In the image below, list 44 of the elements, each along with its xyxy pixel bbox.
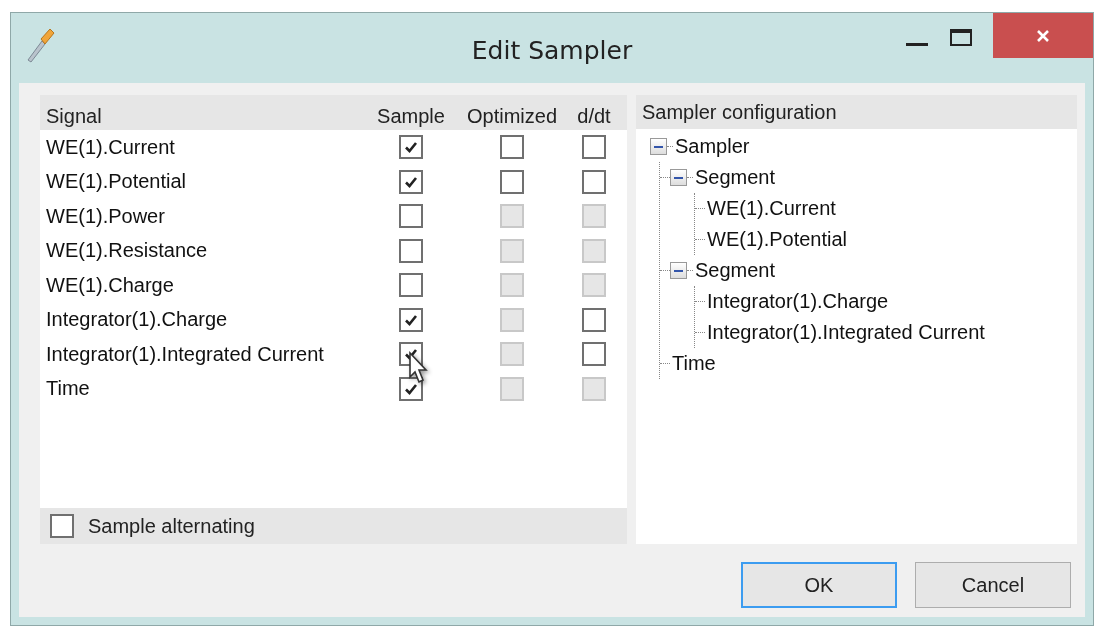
collapse-icon[interactable] [670,262,687,279]
checkbox[interactable] [582,135,606,160]
column-header: Signal [45,105,103,128]
panel-header: Sampler configuration [636,95,1077,129]
checkbox[interactable] [500,169,524,194]
checkbox[interactable] [399,238,423,263]
checkbox-label: Sample alternating [88,514,255,538]
checkbox[interactable] [399,273,423,298]
checkbox[interactable] [399,169,423,194]
signal-name: Time [45,377,91,401]
checkbox[interactable] [399,307,423,332]
signal-name: WE(1).Potential [45,170,188,194]
tree-item[interactable]: Integrator(1).Integrated Current [707,321,985,344]
signal-name: Integrator(1).Integrated Current [45,342,325,366]
tree-item[interactable]: Segment [695,259,776,282]
dialog-button[interactable]: OK [741,562,897,608]
tree-item[interactable]: WE(1).Potential [707,228,848,251]
column-header: d/dt [576,105,612,128]
signal-name: WE(1).Current [45,135,176,159]
checkbox[interactable] [582,307,606,332]
collapse-icon[interactable] [670,169,687,186]
checkbox[interactable] [582,342,606,367]
close-icon [1036,28,1050,43]
checkbox[interactable] [500,135,524,160]
column-header: Optimized [466,105,558,128]
tree-item[interactable]: WE(1).Current [707,197,836,220]
checkbox[interactable] [582,169,606,194]
tree-item[interactable]: Sampler [675,135,750,158]
tree-item[interactable]: Integrator(1).Charge [707,290,889,313]
signal-name: WE(1).Power [45,204,166,228]
checkbox[interactable] [399,376,423,401]
dialog-button[interactable]: Cancel [915,562,1071,608]
checkbox[interactable] [399,204,423,229]
signal-name: Integrator(1).Charge [45,308,229,332]
tree-item[interactable]: Time [672,352,716,375]
checkbox[interactable] [399,135,423,160]
collapse-icon[interactable] [650,138,667,155]
signal-name: WE(1).Charge [45,273,175,297]
pipette-icon [25,27,55,63]
column-header: Sample [376,105,446,128]
checkbox[interactable] [50,514,74,538]
window-title: Edit Sampler [471,35,633,65]
signal-name: WE(1).Resistance [45,239,209,263]
tree-item[interactable]: Segment [695,166,776,189]
